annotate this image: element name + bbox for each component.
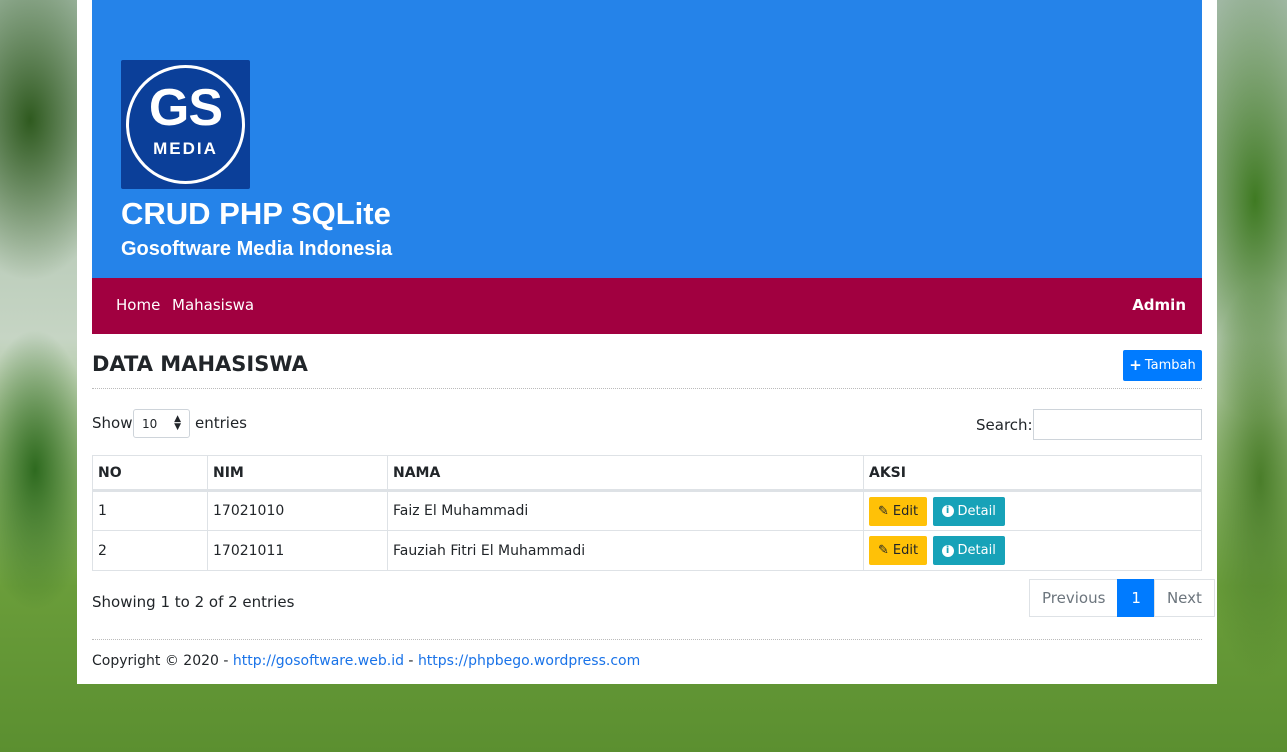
table-info: Showing 1 to 2 of 2 entries: [92, 593, 295, 611]
column-header-no[interactable]: NO: [92, 455, 208, 492]
edit-button[interactable]: ✎ Edit: [869, 536, 928, 565]
cell-nim: 17021011: [207, 530, 388, 571]
info-icon: i: [941, 544, 954, 557]
entries-select-value: 10: [142, 417, 158, 431]
gosoftware-link[interactable]: http://gosoftware.web.id: [233, 653, 404, 669]
cell-aksi: ✎ Edit i Detail: [863, 530, 1202, 571]
cell-no: 1: [92, 490, 208, 531]
nav-mahasiswa[interactable]: Mahasiswa: [172, 296, 254, 314]
page-title: DATA MAHASISWA: [92, 352, 308, 376]
pagination: Previous 1 Next: [1029, 579, 1215, 617]
entries-label: entries: [195, 414, 247, 432]
title-divider: [92, 388, 1202, 389]
footer: Copyright © 2020 - http://gosoftware.web…: [92, 653, 640, 669]
column-header-nim[interactable]: NIM: [207, 455, 388, 492]
edit-button-label: Edit: [892, 543, 919, 558]
column-header-aksi[interactable]: AKSI: [863, 455, 1202, 492]
phpbego-link[interactable]: https://phpbego.wordpress.com: [418, 653, 640, 669]
header-banner: GS MEDIA CRUD PHP SQLite Gosoftware Medi…: [92, 0, 1202, 278]
gs-media-logo: GS MEDIA: [121, 60, 250, 189]
info-icon: i: [941, 505, 954, 517]
footer-separator: -: [403, 653, 418, 669]
plus-icon: +: [1129, 356, 1142, 374]
table-header-row: NO NIM NAMA AKSI: [92, 455, 1202, 492]
detail-button[interactable]: i Detail: [932, 496, 1005, 526]
footer-divider: [92, 639, 1202, 640]
nav-user-admin[interactable]: Admin: [1132, 296, 1186, 314]
page-1-button[interactable]: 1: [1117, 579, 1155, 617]
show-label: Show: [92, 414, 133, 432]
copyright-text: Copyright © 2020 -: [92, 653, 233, 669]
edit-icon: ✎: [878, 503, 889, 519]
cell-nim: 17021010: [207, 490, 388, 531]
detail-button-label: Detail: [957, 503, 996, 519]
cell-aksi: ✎ Edit i Detail: [863, 490, 1202, 531]
app-title: CRUD PHP SQLite: [121, 196, 391, 231]
previous-page-button[interactable]: Previous: [1029, 579, 1119, 617]
next-page-button[interactable]: Next: [1153, 579, 1215, 617]
table-row: 1 17021010 Faiz El Muhammadi ✎ Edit i De…: [92, 490, 1202, 531]
app-subtitle: Gosoftware Media Indonesia: [121, 238, 393, 260]
table-row: 2 17021011 Fauziah Fitri El Muhammadi ✎ …: [92, 530, 1202, 571]
page-container: GS MEDIA CRUD PHP SQLite Gosoftware Medi…: [77, 0, 1217, 684]
cell-nama: Faiz El Muhammadi: [387, 490, 864, 531]
navbar: Home Mahasiswa Admin: [92, 278, 1202, 334]
entries-select[interactable]: 10 ▲ ▼: [133, 409, 190, 438]
edit-icon: ✎: [878, 543, 889, 558]
detail-button-label: Detail: [957, 543, 996, 558]
search-label: Search:: [976, 416, 1033, 434]
add-button[interactable]: + Tambah: [1123, 350, 1202, 381]
column-header-nama[interactable]: NAMA: [387, 455, 864, 492]
select-arrows-icon: ▲ ▼: [174, 414, 181, 432]
detail-button[interactable]: i Detail: [932, 536, 1005, 565]
add-button-label: Tambah: [1144, 358, 1196, 373]
nav-home[interactable]: Home: [116, 296, 160, 314]
edit-button[interactable]: ✎ Edit: [869, 496, 928, 526]
logo-text-gs: GS: [148, 79, 223, 137]
edit-button-label: Edit: [892, 503, 919, 519]
cell-nama: Fauziah Fitri El Muhammadi: [387, 530, 864, 571]
cell-no: 2: [92, 530, 208, 571]
logo-text-media: MEDIA: [153, 139, 218, 158]
search-input[interactable]: [1033, 409, 1202, 440]
students-table: NO NIM NAMA AKSI 1 17021010 Faiz El Muha…: [92, 455, 1202, 571]
